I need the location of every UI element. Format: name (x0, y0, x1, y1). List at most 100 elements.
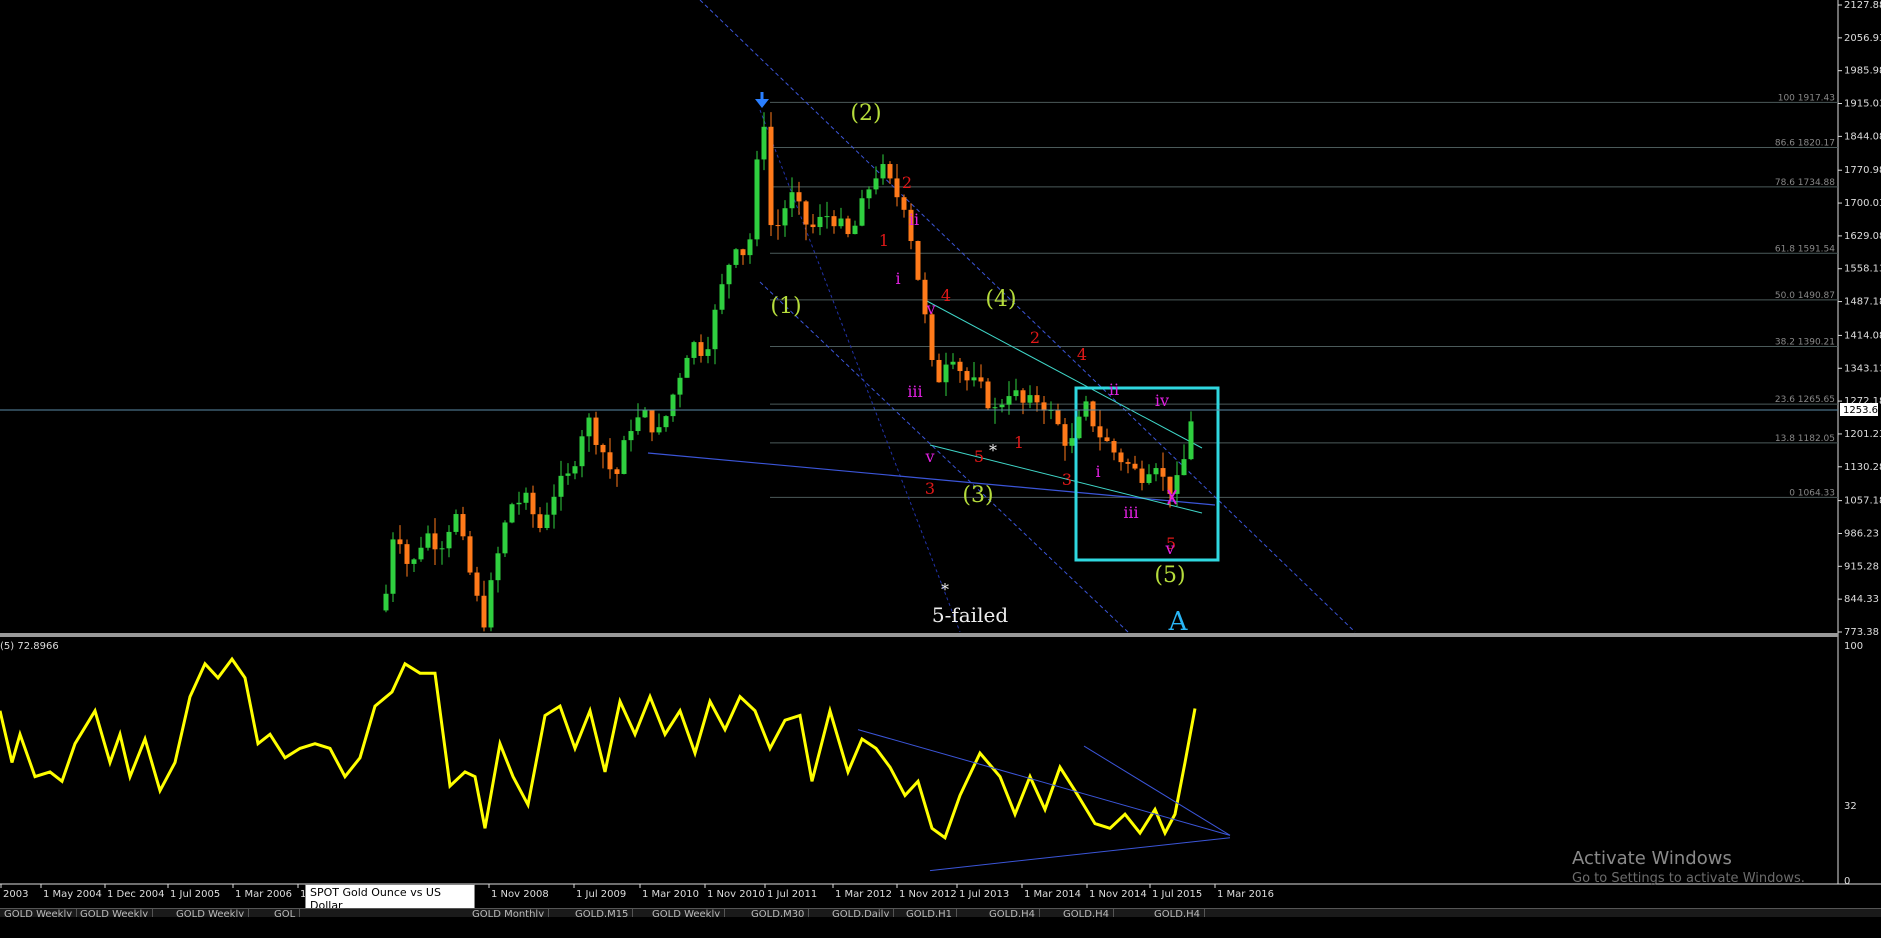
candle-body (957, 361, 963, 372)
date-tick-label: 1 Nov 2010 (707, 889, 765, 900)
candle-body (1069, 438, 1075, 446)
candle-body (446, 531, 452, 549)
watermark-title: Activate Windows (1572, 848, 1732, 869)
candle-body (691, 342, 697, 358)
wave-label-red: 5 (974, 447, 984, 466)
candle-body (838, 218, 844, 227)
date-tick-label: 1 Jul 2009 (576, 889, 626, 900)
candle-body (404, 544, 410, 564)
candle-body (775, 225, 781, 227)
candle-body (992, 407, 998, 409)
candle-body (635, 417, 641, 432)
candle-body (509, 504, 515, 523)
candle-body (971, 377, 977, 381)
candle-body (593, 417, 599, 445)
date-tick-label: 1 Jul 2015 (1152, 889, 1202, 900)
candle-body (1013, 390, 1019, 397)
wave-label-red: 3 (1062, 470, 1072, 489)
date-tick-label: 1 Jul 2005 (170, 889, 220, 900)
candle-body (1020, 390, 1026, 403)
candle-body (628, 431, 634, 441)
candle-body (495, 553, 501, 581)
osc-trendline-upper (857, 729, 1231, 836)
fibonacci-retracement[interactable]: 100 1917.43 86.6 1820.17 78.6 1734.88 61.8 … (770, 93, 1838, 498)
date-tick-label: 1 Mar 2010 (642, 889, 699, 900)
watermark-subtitle: Go to Settings to activate Windows. (1572, 871, 1805, 886)
candle-body (719, 284, 725, 310)
date-tick-label: 1 May 2004 (43, 889, 102, 900)
price-tick-label: 1487.18 (1844, 297, 1881, 308)
date-tick-label: 1 Mar 2006 (235, 889, 292, 900)
price-tick-label: 2056.93 (1844, 33, 1881, 44)
price-axis: 2127.88 2056.93 1985.98 1915.03 1844.08 1770.… (1838, 0, 1881, 638)
date-tick-label: 1 Mar 2014 (1024, 889, 1081, 900)
wave-label-green: (1) (770, 294, 801, 319)
candle-body (544, 514, 550, 529)
candle-body (565, 473, 571, 476)
candle-body (824, 216, 830, 218)
candle-body (978, 377, 984, 382)
candle-body (425, 533, 431, 548)
candle-body (999, 404, 1005, 408)
price-tick-label: 1343.13 (1844, 363, 1881, 374)
candle-body (796, 192, 802, 202)
fib-level-label: 38.2 1390.21 (1775, 337, 1835, 347)
price-tick-label: 1770.98 (1844, 165, 1881, 176)
candlestick-series (383, 112, 1194, 632)
last-price-label: 1253.62 (1843, 405, 1881, 416)
candle-body (684, 357, 690, 378)
candle-body (705, 349, 711, 356)
candle-body (1153, 468, 1159, 475)
candle-body (929, 314, 935, 360)
candle-body (789, 192, 795, 209)
candle-body (1188, 421, 1194, 460)
candle-body (866, 189, 872, 199)
price-tick-label: 1558.13 (1844, 264, 1881, 275)
candle-body (803, 201, 809, 225)
candle-body (453, 514, 459, 532)
fib-level-label: 78.6 1734.88 (1775, 178, 1835, 188)
fib-level-label: 61.8 1591.54 (1775, 244, 1835, 254)
trend-channel-lines[interactable] (647, 0, 1356, 633)
candle-body (768, 126, 774, 226)
price-tick-label: 915.28 (1844, 561, 1879, 572)
wave-label-magenta: ii (1109, 380, 1119, 399)
date-tick-label: 1 Mar 2016 (1217, 889, 1274, 900)
price-tick-label: 844.33 (1844, 594, 1879, 605)
wave-label-red: 2 (902, 173, 912, 192)
candle-body (1146, 474, 1152, 483)
price-tick-label: 1414.08 (1844, 330, 1881, 341)
candle-body (873, 178, 879, 190)
wave-label-magenta: iii (907, 382, 922, 401)
candle-body (460, 514, 466, 537)
pane-separator[interactable] (0, 633, 1838, 637)
wave-label-magenta: ii (909, 210, 919, 229)
indicator-label: (5) 72.8966 (0, 641, 59, 652)
candle-body (964, 371, 970, 381)
fib-level-label: 13.8 1182.05 (1775, 434, 1835, 444)
candle-body (1132, 463, 1138, 469)
down-arrow-icon (755, 92, 769, 108)
wave-label-red: 4 (941, 286, 951, 305)
oscillator-line (0, 656, 1197, 841)
price-tick-label: 1700.03 (1844, 198, 1881, 209)
wave-labels: (2)(1) (4)(3)(5)2142435135iiiviiiviiiviii… (770, 101, 1188, 637)
candle-body (656, 427, 662, 433)
fib-level-label: 23.6 1265.65 (1775, 395, 1835, 405)
fib-level-label: 0 1064.33 (1789, 488, 1835, 498)
candle-body (383, 593, 389, 611)
candle-body (943, 364, 949, 383)
candle-body (894, 178, 900, 198)
wave-label-magenta: v (1164, 539, 1174, 558)
date-axis: 2003 1 May 2004 1 Dec 2004 1 Jul 2005 1 Mar … (0, 884, 1274, 900)
candle-body (558, 475, 564, 497)
candle-body (418, 547, 424, 560)
candle-body (761, 126, 767, 160)
candle-body (1027, 395, 1033, 403)
wave-label-red: 2 (1030, 328, 1040, 347)
wave-label-white: * (989, 441, 997, 460)
candle-body (915, 241, 921, 280)
candle-body (880, 164, 886, 179)
chart-canvas[interactable]: 100 1917.43 86.6 1820.17 78.6 1734.88 61.8 … (0, 0, 1881, 916)
wave-label-red: 3 (925, 479, 935, 498)
